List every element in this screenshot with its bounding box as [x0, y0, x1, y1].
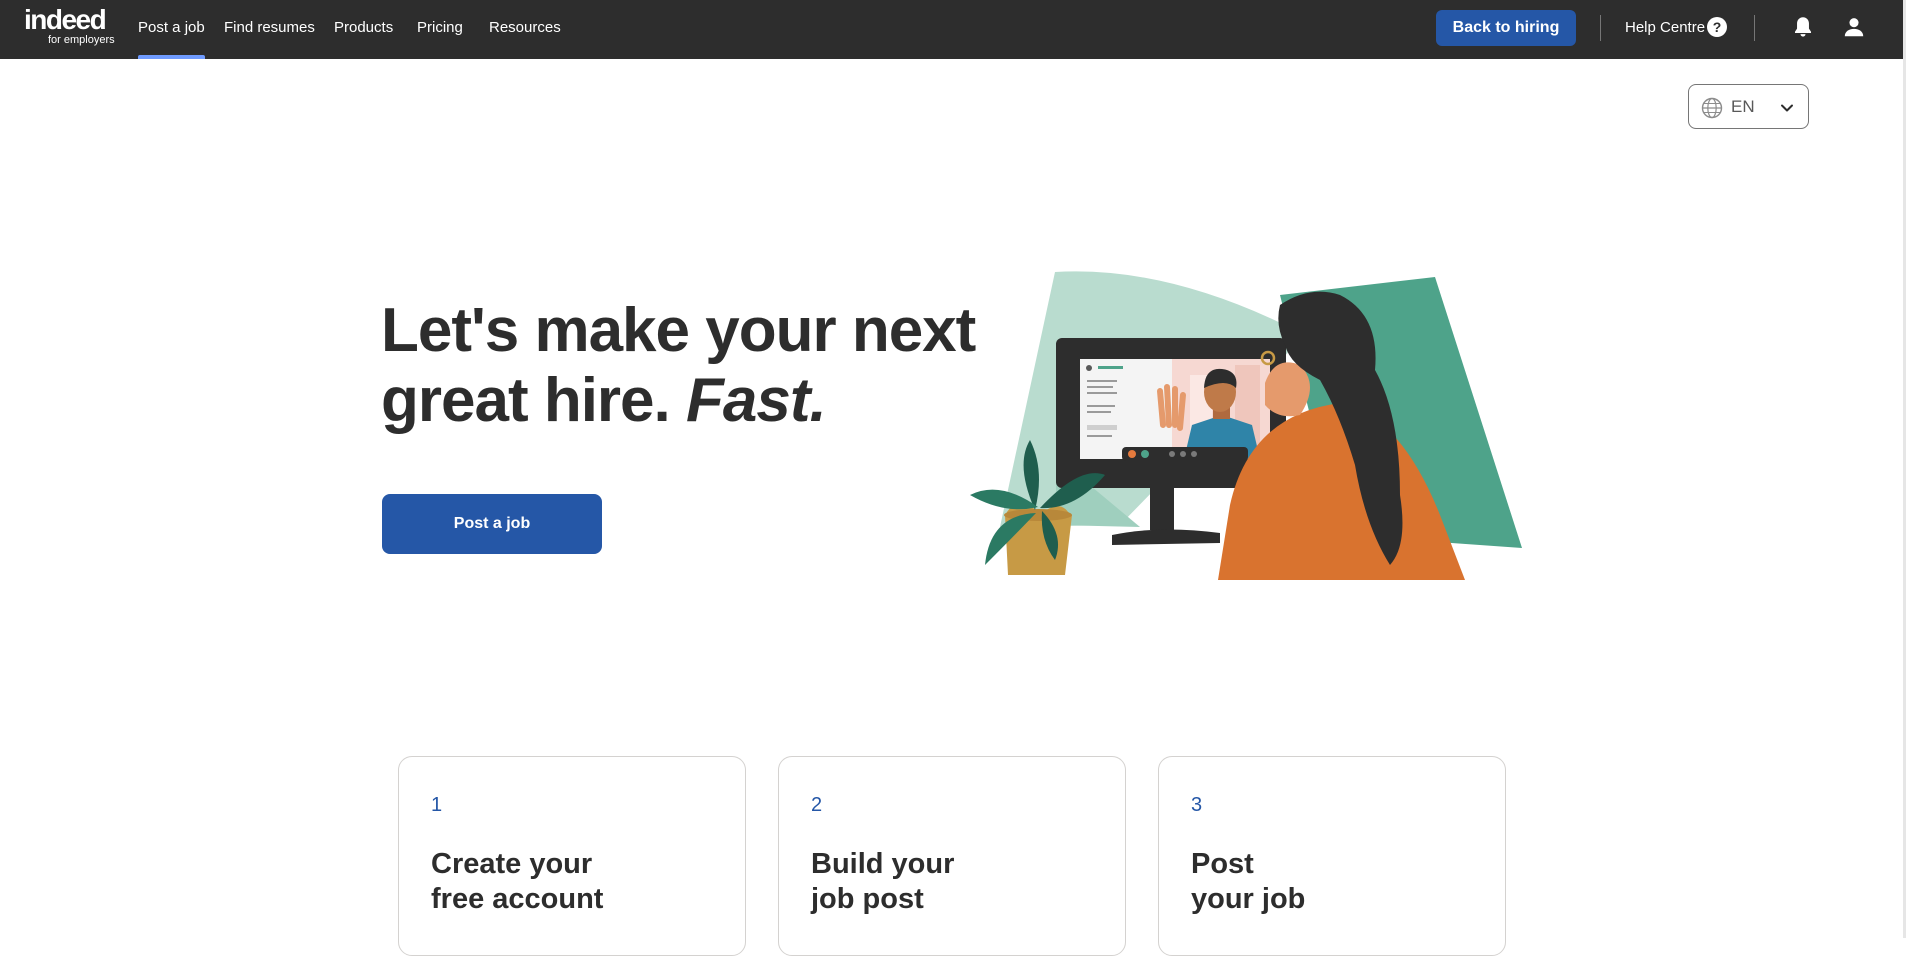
language-selector[interactable]: EN [1688, 84, 1809, 129]
indeed-logo[interactable]: indeed for employers [24, 4, 115, 46]
step-number: 3 [1191, 794, 1203, 816]
step-title: Create your free account [431, 847, 603, 917]
step-number: 1 [431, 794, 443, 816]
step-card-3: 3 Post your job [1158, 756, 1506, 956]
hero-line-1: Let's make your next [381, 296, 976, 365]
hiring-illustration [970, 271, 1522, 580]
chevron-down-icon [1779, 100, 1795, 121]
question-icon[interactable]: ? [1707, 17, 1727, 37]
hero-line-2: great hire. [381, 366, 671, 435]
step-card-1: 1 Create your free account [398, 756, 746, 956]
step-title-line-2: free account [431, 883, 604, 915]
help-centre-link[interactable]: Help Centre [1625, 0, 1705, 56]
logo-subtitle: for employers [48, 34, 115, 46]
step-title-line-2: job post [811, 883, 924, 915]
nav-products[interactable]: Products [334, 0, 393, 59]
nav-post-a-job[interactable]: Post a job [138, 0, 205, 59]
step-title: Post your job [1191, 847, 1305, 917]
nav-resources[interactable]: Resources [489, 0, 561, 59]
step-title-line-2: your job [1191, 883, 1306, 915]
nav-pricing[interactable]: Pricing [417, 0, 463, 59]
user-icon[interactable] [1841, 14, 1867, 40]
post-a-job-button[interactable]: Post a job [382, 494, 602, 554]
step-title: Build your job post [811, 847, 954, 917]
language-code: EN [1731, 97, 1755, 116]
globe-icon [1701, 97, 1723, 124]
bell-icon[interactable] [1790, 14, 1816, 40]
nav-divider [1600, 15, 1601, 41]
nav-divider [1754, 15, 1755, 41]
logo-wordmark: indeed [24, 4, 107, 35]
step-title-line-1: Post [1191, 848, 1254, 880]
step-number: 2 [811, 794, 823, 816]
step-title-line-1: Build your [811, 848, 955, 880]
step-title-line-1: Create your [431, 848, 593, 880]
top-navigation-bar: indeed for employers Post a job Find res… [0, 0, 1906, 59]
back-to-hiring-button[interactable]: Back to hiring [1436, 10, 1576, 46]
nav-find-resumes[interactable]: Find resumes [224, 0, 315, 59]
hero-emphasis: Fast. [686, 366, 827, 435]
hero-headline: Let's make your next great hire. Fast. [381, 296, 976, 436]
step-card-2: 2 Build your job post [778, 756, 1126, 956]
